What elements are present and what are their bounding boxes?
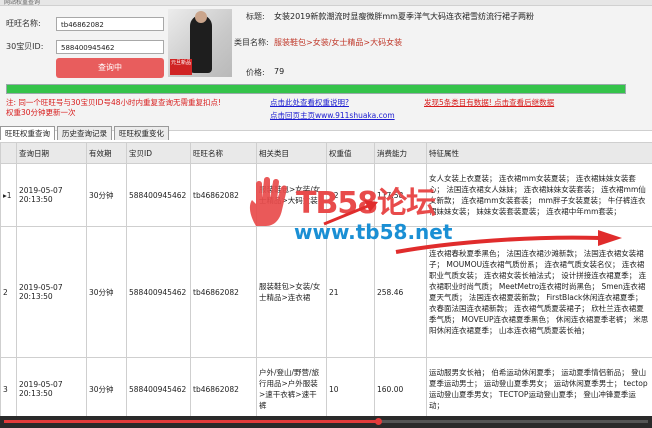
cell-date: 2019-05-07 20:13:50 — [16, 163, 87, 227]
cell-weight: 21 — [326, 226, 375, 358]
table-row[interactable]: 2 2019-05-07 20:13:50 30分钟 588400945462 … — [0, 226, 652, 358]
row-number-text: 1 — [6, 190, 12, 200]
cell-category: 服装鞋包>女装/女士精品>大码女装 — [256, 163, 327, 227]
model-head — [195, 11, 207, 23]
cell-itemid: 588400945462 — [126, 226, 191, 358]
tab-weight-change[interactable]: 旺旺权重变化 — [114, 126, 169, 140]
cell-spend: 258.46 — [374, 226, 427, 358]
table-row[interactable]: 3 2019-05-07 20:13:50 30分钟 588400945462 … — [0, 357, 652, 421]
cell-category: 服装鞋包>女装/女士精品>连衣裙 — [256, 226, 327, 358]
title-label: 标题: — [246, 12, 265, 21]
cell-itemid: 588400945462 — [126, 357, 191, 421]
cell-itemid: 588400945462 — [126, 163, 191, 227]
itemid-label-text: 宝贝ID: — [16, 42, 44, 51]
itemid-prefix: 30 — [6, 42, 17, 51]
homepage-link[interactable]: 点击回页主页www.911shuaka.com — [270, 110, 395, 121]
title-value: 女装2019新款潮流时显瘦微胖mm夏季洋气大码连衣裙雪纺流行裙子两粉 — [274, 12, 534, 21]
price-value: 79 — [274, 67, 285, 76]
video-progress-bar[interactable] — [0, 416, 652, 428]
tab-weight-query[interactable]: 旺旺权重查询 — [0, 126, 55, 140]
category-value: 服装鞋包>女装/女士精品>大码女装 — [274, 38, 403, 47]
cell-features: 运动服男女长袖； 伯希运动休闲夏季； 运动夏季情侣新品； 登山夏季运动男士； 运… — [426, 357, 652, 421]
cell-validity: 30分钟 — [86, 163, 127, 227]
window-strip: 网站权重查询 — [0, 0, 652, 6]
header-spend[interactable]: 消费能力 — [374, 142, 427, 164]
notice-update-interval: 权重30分钟更新一次 — [6, 108, 76, 117]
cell-weight: 12 — [326, 163, 375, 227]
results-table: 查询日期 有效期 宝贝ID 旺旺名称 相关类目 权重值 消费能力 特征属性 ▸1… — [0, 142, 652, 421]
more-data-link[interactable]: 发现5条类目有数据! 点击查看后继数据 — [424, 97, 554, 108]
header-features[interactable]: 特征属性 — [426, 142, 652, 164]
row-number: ▸1 — [0, 163, 17, 227]
wangwang-input[interactable]: tb46862082 — [56, 17, 164, 31]
model-figure — [190, 15, 212, 73]
product-thumbnail: 元旦新品 — [168, 9, 232, 77]
itemid-label: 30宝贝ID: — [6, 41, 43, 53]
video-played — [4, 420, 378, 423]
cell-weight: 10 — [326, 357, 375, 421]
cell-features: 连衣裙春秋夏季黑色； 法国连衣裙沙滩新款； 法国连衣裙女装裙子； MOUMOU连… — [426, 226, 652, 358]
table-row[interactable]: ▸1 2019-05-07 20:13:50 30分钟 588400945462… — [0, 163, 652, 227]
query-button[interactable]: 查询中 — [56, 58, 164, 78]
cell-features: 女人女装上衣夏装； 连衣裙mm女装夏装； 连衣裙妹妹女装套心； 法国连衣裙女人妹… — [426, 163, 652, 227]
cell-validity: 30分钟 — [86, 357, 127, 421]
cell-wangwang: tb46862082 — [190, 357, 257, 421]
header-rowno — [0, 142, 17, 164]
cell-validity: 30分钟 — [86, 226, 127, 358]
row-number: 3 — [0, 357, 17, 421]
cell-spend: 117.58 — [374, 163, 427, 227]
query-panel: 网站权重查询 旺旺名称: tb46862082 30宝贝ID: 58840094… — [0, 0, 652, 131]
itemid-input[interactable]: 588400945462 — [56, 40, 164, 54]
row-number: 2 — [0, 226, 17, 358]
cell-date: 2019-05-07 20:13:50 — [16, 226, 87, 358]
tab-history[interactable]: 历史查询记录 — [57, 126, 112, 140]
cell-category: 户外/登山/野营/旅行用品>户外服装>速干衣裤>速干裤 — [256, 357, 327, 421]
category-label: 类目名称: — [234, 38, 269, 47]
header-weight[interactable]: 权重值 — [326, 142, 375, 164]
header-itemid[interactable]: 宝贝ID — [126, 142, 191, 164]
table-header-row: 查询日期 有效期 宝贝ID 旺旺名称 相关类目 权重值 消费能力 特征属性 — [0, 142, 652, 164]
header-category[interactable]: 相关类目 — [256, 142, 327, 164]
thumbnail-tag: 元旦新品 — [170, 59, 192, 75]
cell-wangwang: tb46862082 — [190, 163, 257, 227]
header-date[interactable]: 查询日期 — [16, 142, 87, 164]
tab-bar: 旺旺权重查询 历史查询记录 旺旺权重变化 — [0, 126, 171, 140]
video-scrubber-handle[interactable] — [375, 418, 382, 425]
wangwang-label: 旺旺名称: — [6, 19, 41, 28]
progress-bar — [6, 84, 626, 94]
cell-date: 2019-05-07 20:13:50 — [16, 357, 87, 421]
cell-wangwang: tb46862082 — [190, 226, 257, 358]
cell-spend: 160.00 — [374, 357, 427, 421]
price-label: 价格: — [246, 68, 265, 77]
progress-fill — [7, 85, 625, 93]
weight-help-link[interactable]: 点击此处查看权重说明? — [270, 97, 349, 108]
header-validity[interactable]: 有效期 — [86, 142, 127, 164]
header-wangwang[interactable]: 旺旺名称 — [190, 142, 257, 164]
